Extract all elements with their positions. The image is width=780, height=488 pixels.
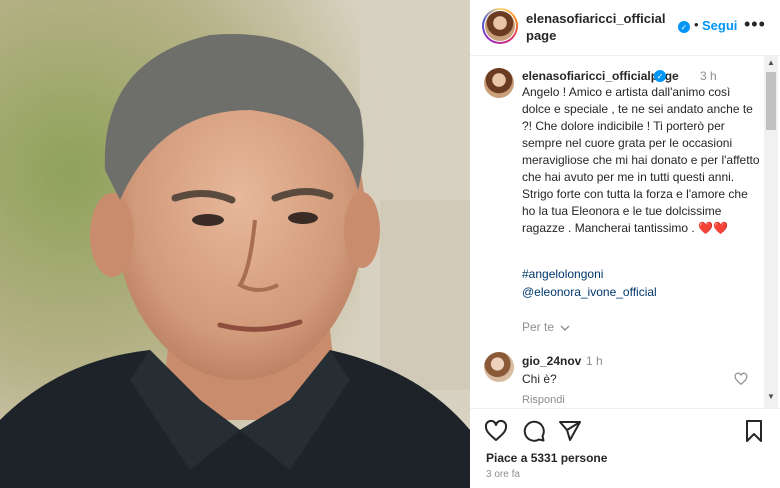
post-date: 3 ore fa xyxy=(486,469,520,480)
portrait-illustration xyxy=(0,0,470,488)
post-image[interactable] xyxy=(0,0,470,488)
comment-text: Chi è? xyxy=(522,372,557,386)
post-side-panel: elenasofiaricci_officialpage ✓ • Segui •… xyxy=(470,0,780,488)
comment-timestamp: 1 h xyxy=(586,354,603,368)
chevron-down-icon xyxy=(560,325,570,331)
comments-scrollbar[interactable]: ▲ ▼ xyxy=(764,56,778,408)
scrollbar-thumb[interactable] xyxy=(766,72,776,130)
more-options-icon[interactable]: ••• xyxy=(744,14,766,35)
bookmark-icon[interactable] xyxy=(742,419,766,443)
verified-icon: ✓ xyxy=(654,70,666,82)
share-icon[interactable] xyxy=(558,419,582,443)
caption-emoji: ❤️❤️ xyxy=(698,221,728,235)
scroll-up-icon[interactable]: ▲ xyxy=(767,58,775,67)
post-header: elenasofiaricci_officialpage ✓ • Segui •… xyxy=(470,0,780,56)
post-actions: Piace a 5331 persone 3 ore fa xyxy=(470,408,780,488)
translation-toggle[interactable]: Per te xyxy=(522,320,570,334)
comment-reply-button[interactable]: Rispondi xyxy=(522,394,565,406)
translation-label: Per te xyxy=(522,320,555,334)
header-username[interactable]: elenasofiaricci_officialpage xyxy=(526,10,666,44)
verified-icon: ✓ xyxy=(678,21,690,33)
post-caption: Angelo ! Amico e artista dall'animo così… xyxy=(522,84,762,237)
commenter-avatar[interactable] xyxy=(484,352,514,382)
hashtag-link[interactable]: #angelolongoni xyxy=(522,267,603,281)
caption-text: Angelo ! Amico e artista dall'animo così… xyxy=(522,85,760,235)
scroll-down-icon[interactable]: ▼ xyxy=(767,392,775,401)
comment-username[interactable]: gio_24nov xyxy=(522,354,581,368)
caption-timestamp: 3 h xyxy=(700,69,717,83)
comments-list[interactable]: elenasofiaricci_officialpage ✓ 3 h Angel… xyxy=(470,56,780,408)
comment-like-icon[interactable] xyxy=(734,372,748,386)
likes-count[interactable]: Piace a 5331 persone xyxy=(486,451,607,465)
follow-button[interactable]: Segui xyxy=(702,18,737,33)
caption-author-avatar[interactable] xyxy=(484,68,514,98)
comment-icon[interactable] xyxy=(522,419,546,443)
header-separator: • xyxy=(694,17,699,32)
heart-icon[interactable] xyxy=(484,419,508,443)
mention-link[interactable]: @eleonora_ivone_official xyxy=(522,285,657,299)
author-avatar[interactable] xyxy=(482,8,518,44)
